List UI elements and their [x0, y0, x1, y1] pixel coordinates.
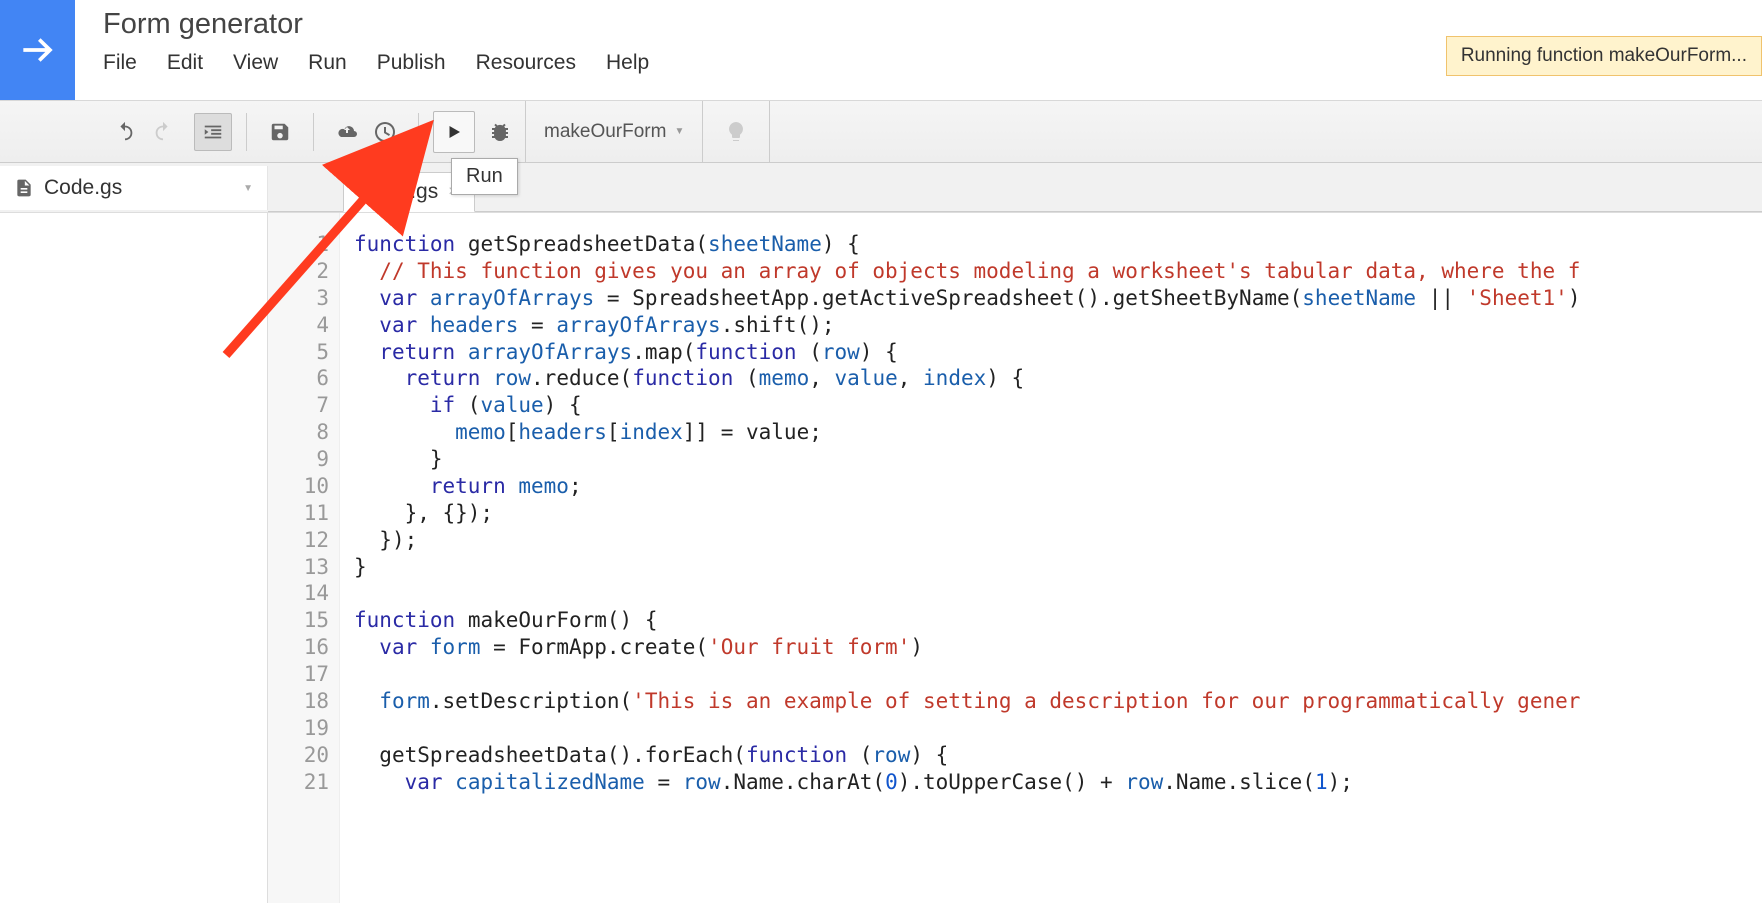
redo-button[interactable]	[144, 113, 182, 151]
app-logo[interactable]	[0, 0, 75, 100]
menu-view[interactable]: View	[233, 51, 278, 75]
undo-button[interactable]	[106, 113, 144, 151]
code-editor[interactable]: 123456789101112131415161718192021 functi…	[268, 213, 1762, 903]
run-tooltip: Run	[451, 158, 518, 195]
menu-run[interactable]: Run	[308, 51, 347, 75]
lightbulb-button[interactable]	[717, 113, 755, 151]
function-selected-label: makeOurForm	[544, 121, 666, 143]
deploy-button[interactable]	[328, 113, 366, 151]
menubar: File Edit View Run Publish Resources Hel…	[103, 51, 649, 75]
triggers-button[interactable]	[366, 113, 404, 151]
sidebar	[0, 213, 268, 903]
menu-file[interactable]: File	[103, 51, 137, 75]
menu-publish[interactable]: Publish	[377, 51, 446, 75]
code-content[interactable]: function getSpreadsheetData(sheetName) {…	[340, 213, 1762, 903]
tab-label: Code.gs	[360, 180, 438, 204]
run-button[interactable]	[433, 111, 475, 153]
file-selector[interactable]: Code.gs ▼	[0, 166, 268, 210]
indent-button[interactable]	[194, 113, 232, 151]
file-icon	[14, 178, 34, 198]
save-button[interactable]	[261, 113, 299, 151]
line-gutter: 123456789101112131415161718192021	[268, 213, 340, 903]
document-title[interactable]: Form generator	[103, 8, 649, 41]
menu-edit[interactable]: Edit	[167, 51, 203, 75]
file-selector-label: Code.gs	[44, 176, 243, 200]
function-selector[interactable]: makeOurForm ▼	[525, 101, 703, 162]
chevron-down-icon: ▼	[674, 126, 684, 137]
status-banner: Running function makeOurForm...	[1446, 36, 1762, 76]
menu-resources[interactable]: Resources	[476, 51, 576, 75]
chevron-down-icon: ▼	[243, 183, 253, 194]
toolbar: makeOurForm ▼	[0, 100, 1762, 163]
menu-help[interactable]: Help	[606, 51, 649, 75]
debug-button[interactable]	[481, 113, 519, 151]
